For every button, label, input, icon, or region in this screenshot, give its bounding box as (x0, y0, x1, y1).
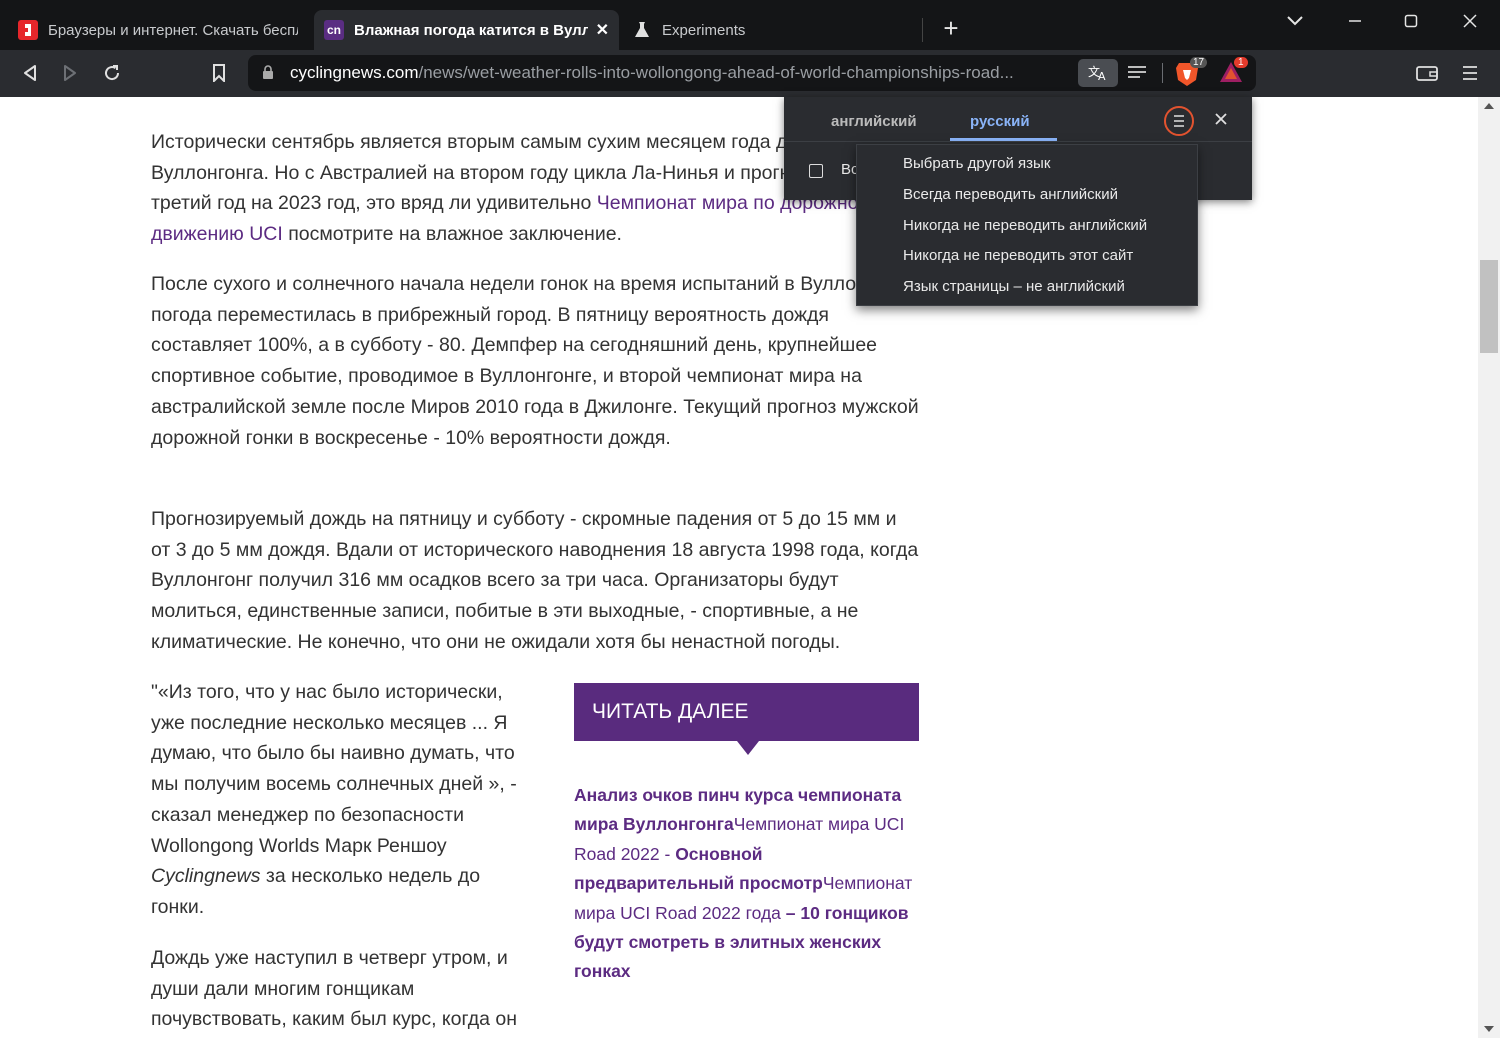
window-close-icon[interactable] (1455, 8, 1485, 34)
translate-options-menu: Выбрать другой язык Всегда переводить ан… (856, 144, 1198, 306)
menu-item-not-english[interactable]: Язык страницы – не английский (903, 278, 1125, 295)
tab-cyclingnews[interactable]: cn Влажная погода катится в Вуллонгонг ✕ (314, 10, 619, 50)
bookmark-icon[interactable] (204, 58, 234, 88)
target-language-tab[interactable]: русский (970, 113, 1030, 130)
scrollbar[interactable] (1478, 97, 1500, 1038)
tab-strip: Браузеры и интернет. Скачать беспл cn Вл… (0, 0, 1500, 50)
cyclingnews-logo: cn (324, 20, 344, 40)
menu-item-always-translate[interactable]: Всегда переводить английский (903, 186, 1118, 203)
menu-hamburger-icon[interactable] (1455, 58, 1485, 88)
divider (1162, 63, 1163, 83)
cyclingnews-italic: Cyclingnews (151, 865, 261, 888)
always-translate-checkbox[interactable] (809, 164, 823, 178)
tab-divider (922, 18, 923, 42)
close-icon[interactable] (1214, 112, 1228, 131)
lock-icon[interactable] (262, 65, 274, 85)
navigation-toolbar: cyclingnews.com/news/wet-weather-rolls-i… (0, 50, 1500, 97)
brave-rewards-triangle-icon[interactable]: 1 (1218, 57, 1248, 89)
url-text[interactable]: cyclingnews.com/news/wet-weather-rolls-i… (290, 63, 1030, 83)
shields-count-badge: 17 (1190, 57, 1208, 68)
article-paragraph-4: "«Из того, что у нас было исторически, у… (151, 681, 517, 918)
tab-list-chevron-down-icon[interactable] (1280, 8, 1310, 34)
forward-icon[interactable] (55, 58, 85, 88)
rewards-count-badge: 1 (1234, 57, 1248, 68)
scroll-down-arrow-icon[interactable] (1484, 1026, 1494, 1032)
read-more-arrow (737, 741, 759, 755)
red-square-icon (18, 20, 38, 40)
reader-mode-icon[interactable] (1126, 62, 1148, 89)
scroll-up-arrow-icon[interactable] (1484, 103, 1494, 109)
brave-shields-lion-icon[interactable]: 17 (1174, 57, 1208, 93)
maximize-icon[interactable] (1396, 8, 1426, 34)
address-bar[interactable]: cyclingnews.com/news/wet-weather-rolls-i… (248, 55, 1256, 91)
svg-text:A: A (1098, 70, 1106, 82)
reload-icon[interactable] (97, 58, 127, 88)
tab-title: Влажная погода катится в Вуллонгонг (354, 21, 588, 39)
article-paragraph-5: Дождь уже наступил в четверг утром, и ду… (151, 947, 518, 1031)
options-menu-icon[interactable] (1164, 106, 1194, 136)
related-articles: Анализ очков пинч курса чемпионата мира … (574, 781, 924, 987)
divider (784, 141, 1252, 142)
menu-item-never-translate-site[interactable]: Никогда не переводить этот сайт (903, 247, 1133, 264)
source-language-tab[interactable]: английский (831, 113, 917, 130)
menu-item-never-translate-language[interactable]: Никогда не переводить английский (903, 217, 1147, 234)
minimize-icon[interactable] (1340, 8, 1370, 34)
browser-chrome: Браузеры и интернет. Скачать беспл cn Вл… (0, 0, 1500, 97)
close-icon[interactable]: ✕ (596, 20, 609, 40)
article-paragraph-3: Прогнозируемый дождь на пятницу и суббот… (151, 508, 919, 653)
tab-title: Браузеры и интернет. Скачать беспл (48, 21, 298, 39)
tab-experiments[interactable]: Experiments (622, 10, 922, 50)
read-more-heading: ЧИТАТЬ ДАЛЕЕ (574, 683, 919, 741)
page-content: Исторически сентябрь является вторым сам… (0, 97, 1478, 1038)
wallet-icon[interactable] (1412, 58, 1442, 88)
back-icon[interactable] (15, 58, 45, 88)
new-tab-plus-icon[interactable]: + (936, 13, 966, 43)
translate-icon[interactable]: 文A (1078, 59, 1118, 87)
tab-browsers[interactable]: Браузеры и интернет. Скачать беспл (8, 10, 308, 50)
article-paragraph-2: После сухого и солнечного начала недели … (151, 273, 919, 449)
flask-icon (632, 20, 652, 40)
menu-item-choose-language[interactable]: Выбрать другой язык (903, 155, 1050, 172)
tab-title: Experiments (662, 21, 746, 39)
scroll-thumb[interactable] (1480, 260, 1498, 353)
